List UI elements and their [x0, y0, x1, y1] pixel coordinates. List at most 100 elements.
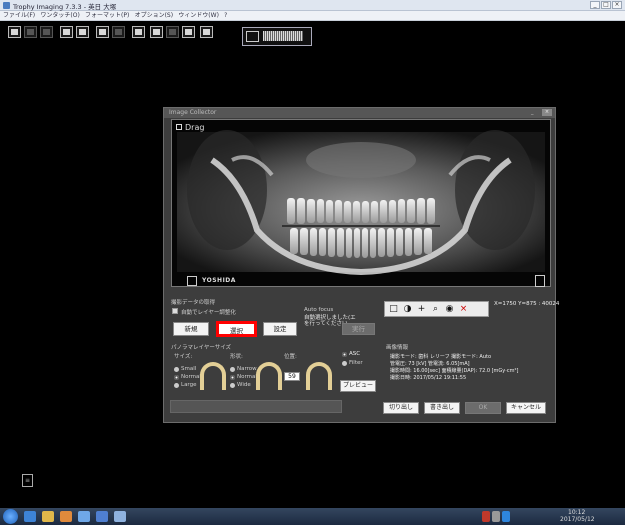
size-arch-graphic	[200, 362, 226, 390]
taskbar-media-icon[interactable]	[60, 511, 72, 522]
contrast-icon[interactable]: ◑	[402, 304, 413, 315]
drag-label[interactable]: Drag	[185, 123, 204, 132]
progress-bar	[170, 400, 342, 413]
taskbar-date: 2017/05/12	[560, 516, 595, 523]
shape-arch-graphic	[256, 362, 282, 390]
system-tray: 10:12 2017/05/12	[478, 508, 625, 525]
size-label: サイズ:	[174, 354, 193, 360]
menu-format[interactable]: フォーマット(P)	[85, 11, 129, 21]
asc-label: ASC	[349, 351, 361, 357]
image-tools: □ ◑ + ⌕ ◉ ×	[384, 301, 489, 317]
settings-button[interactable]: 設定	[263, 322, 297, 336]
toolbar-print-icon[interactable]	[40, 26, 53, 38]
toolbar-tooth-icon[interactable]	[96, 26, 109, 38]
toolbar-save-icon[interactable]	[24, 26, 37, 38]
asc-radio[interactable]	[342, 352, 347, 357]
position-stepper[interactable]: 59	[284, 372, 300, 381]
crop-button[interactable]: 切り出し	[383, 402, 419, 414]
scale-icon	[187, 276, 197, 286]
auto-layer-checkbox[interactable]	[172, 308, 178, 314]
menu-options[interactable]: オプション(S)	[135, 11, 174, 21]
shape-wide-radio[interactable]	[230, 383, 235, 388]
drag-icon[interactable]	[176, 124, 182, 130]
panoramic-thumbnail[interactable]	[263, 31, 303, 41]
layer-section-title: パノラマレイヤーサイズ	[171, 345, 232, 351]
menu-help[interactable]: ?	[224, 11, 227, 21]
menu-bar: ファイル(F) ワンタッチ(O) フォーマット(P) オプション(S) ウィンド…	[0, 11, 625, 21]
cancel-button[interactable]: キャンセル	[506, 402, 546, 414]
fit-window-icon[interactable]	[535, 275, 545, 287]
size-normal-radio[interactable]	[174, 375, 179, 380]
select-button[interactable]: 選択	[216, 321, 257, 337]
shape-normal-radio[interactable]	[230, 375, 235, 380]
auto-layer-label: 自動でレイヤー調整化	[181, 310, 236, 316]
position-arch-graphic	[306, 362, 332, 390]
app-icon	[3, 2, 10, 9]
menu-window[interactable]: ウィンドウ(W)	[178, 11, 219, 21]
toolbar-tooth-dim-icon[interactable]	[112, 26, 125, 38]
zoom-icon[interactable]: ⌕	[430, 304, 441, 315]
maximize-button[interactable]: □	[601, 1, 611, 9]
export-button[interactable]: 書き出し	[424, 402, 460, 414]
delete-icon[interactable]: ×	[458, 304, 469, 315]
filter-icon[interactable]: ◉	[444, 304, 455, 315]
shape-normal-label: Normal	[237, 374, 257, 380]
title-bar: Trophy Imaging 7.3.3 - 英日 大塚 _ □ ×	[0, 0, 625, 11]
run-button[interactable]: 実行	[342, 323, 375, 335]
preview-button[interactable]: プレビュー	[340, 380, 376, 392]
shape-narrow-radio[interactable]	[230, 367, 235, 372]
thumbnail-icon[interactable]	[246, 31, 259, 42]
info-line-3: 撮影時間: 16.00[sec] 面積線量(DAP): 72.0 [mGy·cm…	[390, 368, 519, 374]
taskbar-window-icon[interactable]	[114, 511, 126, 522]
tray-volume-icon[interactable]	[502, 511, 510, 522]
square-select-icon[interactable]: □	[388, 304, 399, 315]
image-info-title: 画像情報	[386, 345, 409, 351]
taskbar-imaging-icon[interactable]	[96, 511, 108, 522]
size-normal-label: Normal	[181, 374, 201, 380]
taskbar-ie-icon[interactable]	[24, 511, 36, 522]
info-line-4: 撮影日時: 2017/05/12 19:11:55	[390, 375, 467, 381]
minimize-button[interactable]: _	[590, 1, 600, 9]
filter-radio[interactable]	[342, 361, 347, 366]
toolbar-scan-icon[interactable]	[132, 26, 145, 38]
new-button[interactable]: 新規	[173, 322, 209, 336]
toolbar-grid-icon[interactable]	[76, 26, 89, 38]
filter-label: Filter	[349, 360, 363, 366]
image-collector-dialog: Image Collector _ × Drag YOSHIDA 撮影データの取…	[163, 107, 560, 423]
coordinates-readout: X=1750 Y=875 : 40024	[494, 301, 560, 307]
start-button[interactable]	[3, 509, 18, 524]
xray-viewer[interactable]: Drag YOSHIDA	[171, 119, 551, 287]
toolbar-layout-icon[interactable]	[166, 26, 179, 38]
menu-onetouch[interactable]: ワンタッチ(O)	[40, 11, 79, 21]
taskbar-app-icon[interactable]	[78, 511, 90, 522]
shape-wide-label: Wide	[237, 382, 251, 388]
shape-label: 形状:	[230, 354, 243, 360]
toolbar-grid2-icon[interactable]	[182, 26, 195, 38]
toolbar-import-icon[interactable]	[60, 26, 73, 38]
toolbar-tooth2-icon[interactable]	[150, 26, 163, 38]
taskbar-clock: 10:12	[568, 509, 586, 516]
info-line-1: 撮影モード: 歯科 レリーフ 撮影モード: Auto	[390, 354, 492, 360]
tray-network-icon[interactable]	[492, 511, 500, 522]
xray-brand-label: YOSHIDA	[202, 277, 236, 284]
toolbar-exit-icon[interactable]	[200, 26, 213, 38]
dialog-title-bar: Image Collector _ ×	[164, 108, 555, 118]
dialog-close-button[interactable]: ×	[542, 109, 552, 116]
size-small-radio[interactable]	[174, 367, 179, 372]
window-title: Trophy Imaging 7.3.3 - 英日 大塚	[13, 3, 117, 11]
position-label: 位置:	[284, 354, 297, 360]
size-large-radio[interactable]	[174, 383, 179, 388]
size-large-label: Large	[181, 382, 197, 388]
taskbar-folder-icon[interactable]	[42, 511, 54, 522]
toolbar-acquire-icon[interactable]	[8, 26, 21, 38]
ok-button[interactable]: OK	[465, 402, 501, 414]
info-line-2: 管電圧: 73 [kV] 管電流: 6.05[mA]	[390, 361, 470, 367]
close-button[interactable]: ×	[612, 1, 622, 9]
dialog-minimize-button[interactable]: _	[531, 109, 539, 116]
menu-file[interactable]: ファイル(F)	[3, 11, 35, 21]
tray-alert-icon[interactable]	[482, 511, 490, 522]
side-panel-icon[interactable]: ≡	[22, 474, 33, 487]
thumbnail-strip[interactable]	[242, 27, 312, 46]
dialog-title: Image Collector	[169, 109, 217, 116]
crosshair-icon[interactable]: +	[416, 304, 427, 315]
